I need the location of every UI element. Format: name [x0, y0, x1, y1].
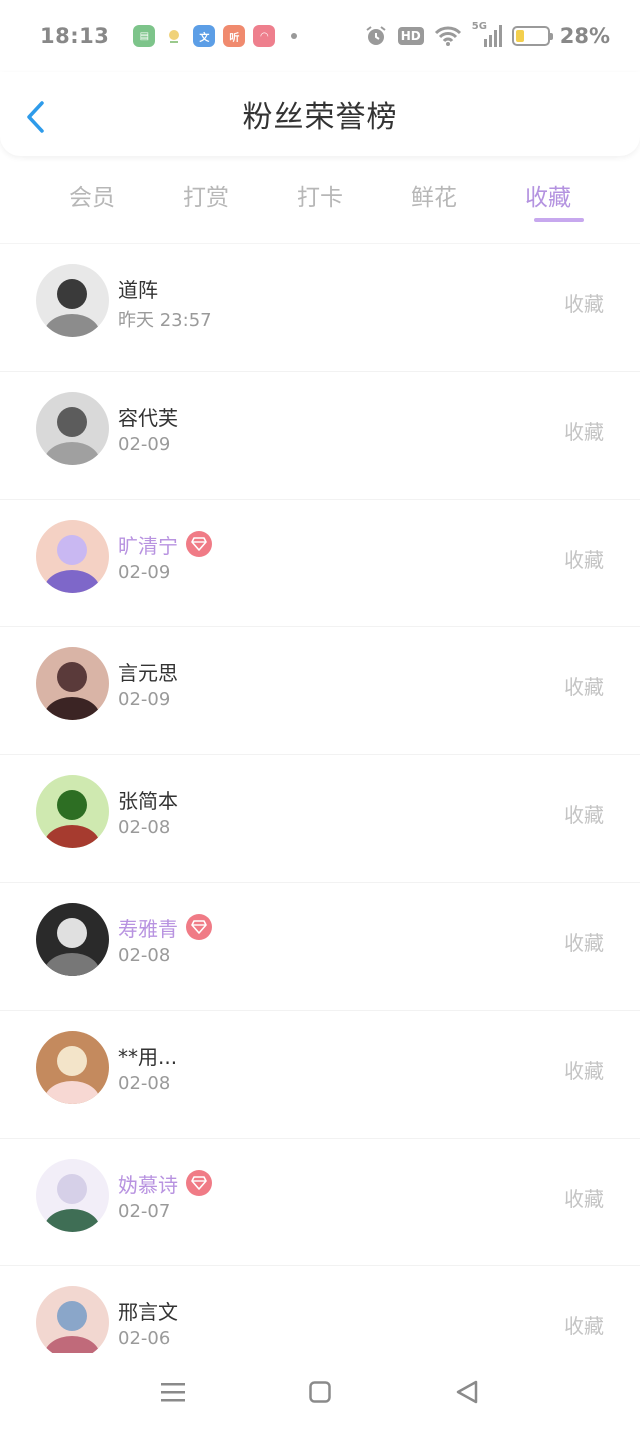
tab-2[interactable]: 打卡 [263, 170, 377, 226]
network-label: 5G [471, 21, 487, 32]
avatar[interactable] [36, 775, 109, 849]
user-date: 昨天 23:57 [118, 310, 212, 331]
action-label: 收藏 [564, 675, 604, 700]
back-triangle-icon [456, 1380, 477, 1404]
list-item[interactable]: 张简本 02-08 收藏 [0, 754, 640, 882]
notification-icons: ▤ 文 听 ◠ [133, 25, 298, 47]
page-title: 粉丝荣誉榜 [242, 100, 398, 135]
action-label: 收藏 [564, 1186, 604, 1211]
app-blue-icon: 文 [193, 25, 216, 47]
action-label: 收藏 [564, 803, 604, 828]
user-name-text: 张简本 [118, 789, 178, 814]
user-name-text: 邢言文 [118, 1300, 178, 1325]
user-name-text: 寿雅青 [118, 916, 178, 941]
tab-bar: 会员 打赏 打卡 鲜花 收藏 [35, 170, 605, 226]
user-name-text: 旷清宁 [118, 533, 178, 558]
chevron-left-icon [27, 101, 44, 133]
tab-1[interactable]: 打赏 [149, 170, 263, 226]
user-name: 旷清宁 [118, 530, 212, 559]
app-green-icon: ▤ [133, 25, 156, 47]
tab-0[interactable]: 会员 [35, 170, 149, 226]
battery-icon [511, 26, 553, 46]
back-button[interactable] [18, 100, 52, 134]
action-label: 收藏 [564, 1314, 604, 1339]
user-name-text: **用... [118, 1044, 178, 1069]
action-label: 收藏 [564, 547, 604, 572]
app-header: 粉丝荣誉榜 [0, 72, 640, 156]
app-listen-icon: 听 [223, 25, 246, 47]
menu-button[interactable] [148, 1367, 198, 1417]
user-date: 02-08 [118, 1072, 171, 1094]
user-name: 容代芙 [118, 402, 178, 431]
user-name-text: 容代芙 [118, 405, 178, 430]
avatar[interactable] [36, 647, 109, 721]
list-item[interactable]: 邢言文 02-06 收藏 [0, 1265, 640, 1353]
app-weather-icon [163, 25, 185, 47]
list-item[interactable]: 道阵昨天 23:57 收藏 [0, 243, 640, 371]
menu-icon [161, 1383, 186, 1402]
fan-list: 道阵 昨天 23:57 收藏 容代芙 02-09 收藏 旷清宁 02-09 收藏 言元思 02-09… [0, 243, 640, 1353]
user-date: 02-09 [118, 433, 171, 455]
diamond-icon [186, 531, 212, 558]
back-nav-button[interactable] [442, 1367, 492, 1417]
home-button[interactable] [295, 1367, 345, 1417]
more-notifications-dot [291, 33, 298, 39]
diamond-icon [186, 914, 212, 941]
wifi-icon [434, 25, 462, 47]
list-item[interactable]: 言元思 02-09 收藏 [0, 626, 640, 754]
status-time: 18:13 [40, 24, 110, 48]
user-name: 邢言文 [118, 1296, 178, 1325]
action-label: 收藏 [564, 930, 604, 955]
app-pink-icon: ◠ [253, 25, 276, 47]
action-label: 收藏 [564, 292, 604, 316]
avatar[interactable] [36, 1158, 109, 1232]
alarm-icon [364, 24, 388, 48]
action-label: 收藏 [564, 419, 604, 444]
user-name-text: 言元思 [118, 661, 178, 686]
tab-3[interactable]: 鲜花 [377, 170, 491, 226]
battery-fill [515, 30, 525, 42]
list-item[interactable]: 旷清宁 02-09 收藏 [0, 498, 640, 627]
tab-4[interactable]: 收藏 [491, 170, 605, 226]
diamond-icon [186, 1170, 212, 1197]
user-date: 02-07 [118, 1200, 171, 1222]
battery-text: 28% [559, 24, 610, 48]
status-right: HD 5G 28% [364, 21, 610, 48]
home-icon [309, 1381, 331, 1403]
status-bar: 18:13 ▤ 文 听 ◠ HD 5G 28% [0, 0, 640, 72]
signal-icon: 5G [472, 21, 502, 47]
avatar[interactable] [36, 1030, 109, 1104]
user-date: 02-09 [118, 561, 171, 583]
list-item[interactable]: 容代芙 02-09 收藏 [0, 370, 640, 499]
user-name: 妫慕诗 [118, 1169, 212, 1198]
hd-badge: HD [397, 27, 424, 45]
user-name-text: 道阵 [118, 278, 158, 302]
avatar[interactable] [36, 391, 109, 465]
list-item[interactable]: 妫慕诗 02-07 收藏 [0, 1137, 640, 1266]
avatar[interactable] [36, 1286, 109, 1353]
avatar[interactable] [36, 264, 109, 337]
user-name: 道阵 [118, 274, 158, 303]
list-item[interactable]: **用... 02-08 收藏 [0, 1009, 640, 1138]
user-date: 02-09 [118, 689, 171, 711]
action-label: 收藏 [564, 1058, 604, 1083]
user-name: **用... [118, 1041, 177, 1070]
user-date: 02-06 [118, 1328, 171, 1350]
avatar[interactable] [36, 902, 109, 976]
avatar[interactable] [36, 519, 109, 593]
user-date: 02-08 [118, 817, 171, 839]
user-date: 02-08 [118, 944, 171, 966]
list-item[interactable]: 寿雅青 02-08 收藏 [0, 881, 640, 1010]
user-name: 张简本 [118, 785, 178, 814]
user-name-text: 妫慕诗 [118, 1172, 178, 1197]
screen: 18:13 ▤ 文 听 ◠ HD 5G 28% 粉丝荣誉榜 会员 打赏 打卡 鲜… [0, 0, 640, 1429]
user-name: 寿雅青 [118, 913, 212, 942]
system-nav-bar [0, 1355, 640, 1429]
user-name: 言元思 [118, 657, 178, 686]
